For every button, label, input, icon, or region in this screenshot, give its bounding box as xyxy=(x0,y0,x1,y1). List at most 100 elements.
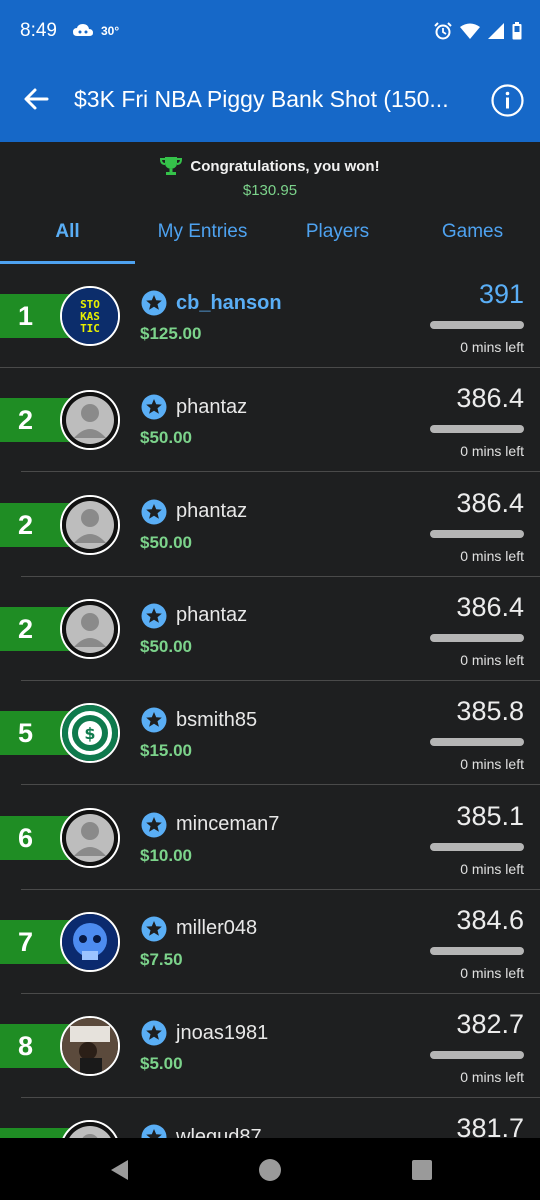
leaderboard-row[interactable]: 2 phantaz $50.00 386.4 0 mins left xyxy=(0,368,540,473)
prize-amount: $50.00 xyxy=(140,636,192,656)
username[interactable]: minceman7 xyxy=(176,813,279,836)
avatar[interactable] xyxy=(60,807,120,868)
score: 381.7 xyxy=(456,1113,524,1138)
time-left: 0 mins left xyxy=(460,860,524,877)
username[interactable]: phantaz xyxy=(176,604,247,627)
win-message-line: Congratulations, you won! xyxy=(0,156,540,176)
username[interactable]: miller048 xyxy=(176,917,257,940)
nav-back-icon[interactable] xyxy=(108,1158,132,1182)
prize-amount: $125.00 xyxy=(140,324,202,343)
leaderboard-row[interactable]: wlegud87 381.7 xyxy=(0,1098,540,1138)
nav-home-icon[interactable] xyxy=(258,1158,282,1182)
score: 385.1 xyxy=(456,800,524,831)
time-left: 0 mins left xyxy=(460,1069,524,1086)
progress-bar xyxy=(430,425,524,434)
leaderboard-row[interactable]: 8 jnoas1981 $5.00 382.7 0 mins left xyxy=(0,994,540,1099)
progress-bar xyxy=(430,321,524,329)
name-line: phantaz xyxy=(141,394,247,420)
username[interactable]: bsmith85 xyxy=(176,709,257,732)
avatar[interactable] xyxy=(60,1120,120,1138)
prize-amount: $10.00 xyxy=(140,845,192,865)
nav-recents-icon[interactable] xyxy=(410,1158,434,1182)
username[interactable]: phantaz xyxy=(176,500,247,523)
signal-icon xyxy=(488,23,504,39)
avatar[interactable]: STO KAS TIC xyxy=(60,286,120,346)
avatar[interactable]: $ xyxy=(60,703,120,764)
avatar[interactable] xyxy=(60,1016,120,1077)
name-line: bsmith85 xyxy=(141,707,257,733)
cloud-game-icon xyxy=(73,24,93,36)
prize-amount: $5.00 xyxy=(140,1054,183,1074)
name-line: minceman7 xyxy=(141,812,279,838)
navigation-bar xyxy=(0,1138,540,1200)
star-icon xyxy=(141,1124,167,1138)
leaderboard-row[interactable]: 7 miller048 $7.50 384.6 0 mins left xyxy=(0,890,540,994)
default-avatar-image xyxy=(62,496,118,553)
svg-text:TIC: TIC xyxy=(80,322,100,335)
status-bar: 8:49 30° xyxy=(0,0,540,58)
star-icon xyxy=(141,603,167,629)
system-icons xyxy=(434,22,522,40)
leaderboard-row[interactable]: 5 $ bsmith85 $15.00 385.8 0 mins left xyxy=(0,681,540,786)
leaderboard-row[interactable]: 2 phantaz $50.00 386.4 0 mins left xyxy=(0,473,540,577)
tab-players[interactable]: Players xyxy=(270,208,405,264)
name-line: phantaz xyxy=(141,603,247,629)
name-line: jnoas1981 xyxy=(141,1020,268,1046)
page-title: $3K Fri NBA Piggy Bank Shot (150... xyxy=(74,86,449,112)
default-avatar-image xyxy=(62,1122,118,1138)
avatar[interactable] xyxy=(60,390,120,451)
progress-bar xyxy=(430,946,524,955)
status-temperature: 30° xyxy=(101,24,120,38)
star-icon xyxy=(141,499,167,525)
leaderboard-row[interactable]: 6 minceman7 $10.00 385.1 0 mins left xyxy=(0,786,540,890)
time-left: 0 mins left xyxy=(460,651,524,668)
photo-avatar-image xyxy=(62,1018,118,1075)
tab-my-entries[interactable]: My Entries xyxy=(135,208,270,264)
status-time: 8:49 xyxy=(20,20,57,41)
app-header: $3K Fri NBA Piggy Bank Shot (150... xyxy=(0,58,540,142)
username[interactable]: jnoas1981 xyxy=(176,1022,268,1045)
back-arrow-icon[interactable] xyxy=(22,85,50,113)
avatar[interactable] xyxy=(60,494,120,555)
score: 391 xyxy=(478,279,524,309)
stokastic-logo: STOKASTIC xyxy=(62,288,118,344)
name-line: miller048 xyxy=(141,916,257,942)
star-icon xyxy=(141,394,167,420)
win-banner: Congratulations, you won! $130.95 xyxy=(0,142,540,208)
tab-games[interactable]: Games xyxy=(405,208,540,264)
time-left: 0 mins left xyxy=(460,964,524,981)
avatar[interactable] xyxy=(60,598,120,659)
svg-text:$: $ xyxy=(84,724,95,743)
score: 385.8 xyxy=(456,696,524,727)
leaderboard-list[interactable]: 1 STO KAS TIC cb_hanson $125.00 391 0 mins left… xyxy=(0,264,540,1138)
progress-bar xyxy=(430,633,524,642)
wifi-icon xyxy=(460,23,480,39)
default-avatar-image xyxy=(62,809,118,866)
score: 386.4 xyxy=(456,591,524,622)
default-avatar-image xyxy=(62,600,118,657)
prize-amount: $50.00 xyxy=(140,532,192,552)
username[interactable]: cb_hanson xyxy=(176,292,282,315)
tab-all[interactable]: All xyxy=(0,208,135,264)
prize-amount: $15.00 xyxy=(140,741,192,761)
blue-skull-avatar-image xyxy=(62,913,118,970)
name-line: wlegud87 xyxy=(141,1124,262,1138)
username[interactable]: phantaz xyxy=(176,396,247,419)
win-amount: $130.95 xyxy=(242,182,298,199)
win-message: Congratulations, you won! xyxy=(190,157,380,175)
avatar[interactable] xyxy=(60,911,120,972)
score: 386.4 xyxy=(456,487,524,518)
username[interactable]: wlegud87 xyxy=(176,1126,262,1138)
leaderboard-row[interactable]: 2 phantaz $50.00 386.4 0 mins left xyxy=(0,577,540,681)
time-left: 0 mins left xyxy=(460,443,524,460)
star-icon xyxy=(141,1020,167,1046)
star-icon xyxy=(141,290,167,316)
name-line: cb_hanson xyxy=(141,290,282,316)
progress-bar xyxy=(430,842,524,851)
score: 384.6 xyxy=(456,904,524,935)
leaderboard-row[interactable]: 1 STO KAS TIC cb_hanson $125.00 391 0 mins left xyxy=(0,264,540,368)
trophy-icon xyxy=(160,157,183,175)
time-left: 0 mins left xyxy=(460,756,524,773)
tab-bar: All My Entries Players Games xyxy=(0,208,540,264)
info-icon[interactable] xyxy=(491,84,524,117)
